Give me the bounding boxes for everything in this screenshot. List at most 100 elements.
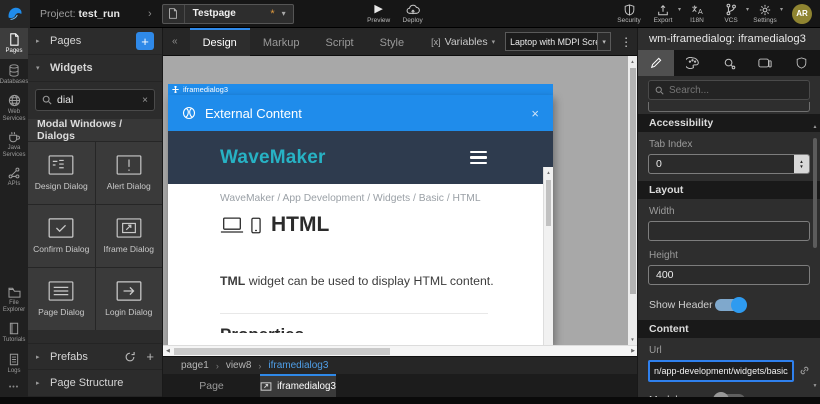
widget-group-title: Modal Windows / Dialogs [28, 119, 162, 141]
device-selector[interactable]: Laptop with MDPI Screen ▾ [505, 32, 611, 51]
iframe-vertical-scrollbar[interactable]: ▲ [543, 167, 553, 345]
add-prefab-icon[interactable]: + [146, 349, 154, 364]
canvas-vertical-scrollbar[interactable]: ▲ ▼ [628, 56, 637, 345]
wavemaker-logo-icon[interactable] [0, 0, 30, 28]
dialog-close-icon[interactable]: × [531, 106, 539, 121]
widget-page-dialog[interactable]: Page Dialog [28, 268, 95, 330]
inspector-search-input[interactable] [669, 85, 803, 96]
widget-breadcrumb: page1 › view8 › iframedialog3 [163, 356, 637, 374]
device-selector-chevron-icon: ▾ [597, 33, 610, 50]
settings-chevron-icon: ▾ [780, 6, 783, 13]
iframe-dialog-widget[interactable]: External Content × WaveMaker WaveMaker /… [168, 95, 553, 345]
export-chevron-icon: ▾ [678, 6, 681, 13]
breadcrumb-iframedialog3[interactable]: iframedialog3 [268, 360, 328, 371]
widget-login-dialog[interactable]: Login Dialog [96, 268, 163, 330]
tab-index-input[interactable] [648, 154, 810, 174]
tab-script[interactable]: Script [313, 28, 367, 56]
collapse-left-panel-icon[interactable]: « [168, 36, 182, 47]
inspector-tabs [638, 50, 820, 76]
tab-markup[interactable]: Markup [250, 28, 313, 56]
canvas-horizontal-scrollbar[interactable]: ◀ ▶ [163, 345, 637, 356]
docs-divider [220, 313, 488, 314]
rail-item-pages[interactable]: Pages [0, 28, 28, 59]
accessibility-section-header: Accessibility [638, 114, 820, 132]
widget-iframe-dialog[interactable]: Iframe Dialog [96, 205, 163, 267]
deploy-button[interactable]: Deploy [396, 0, 430, 28]
rail-item-databases[interactable]: Databases [0, 59, 28, 90]
rail-item-logs[interactable]: Logs [0, 348, 28, 379]
breadcrumb-page1[interactable]: page1 [181, 360, 209, 371]
palette-icon [686, 57, 699, 69]
cloud-upload-icon [406, 4, 420, 16]
vcs-button[interactable]: VCS ▾ [714, 0, 748, 28]
url-input[interactable] [648, 360, 794, 382]
preview-button[interactable]: ▶ Preview [362, 0, 396, 28]
design-canvas[interactable]: iframedialog3 External Content × WaveMak… [163, 56, 637, 356]
tab-style[interactable]: Style [367, 28, 417, 56]
shield-icon [624, 4, 635, 16]
i18n-button[interactable]: A I18N [680, 0, 714, 28]
selected-widget-tag[interactable]: iframedialog3 [168, 84, 553, 95]
properties-tab[interactable] [638, 50, 674, 76]
device-tab[interactable] [747, 50, 783, 76]
settings-button[interactable]: Settings ▾ [748, 0, 782, 28]
docs-page-title: HTML [271, 213, 329, 237]
prefabs-section-header[interactable]: ▸ Prefabs + [28, 343, 162, 370]
tab-design[interactable]: Design [190, 28, 250, 56]
inspect-tab[interactable] [711, 50, 747, 76]
add-page-button[interactable]: + [136, 32, 154, 50]
move-icon [172, 86, 179, 93]
hamburger-menu-icon[interactable] [470, 151, 487, 164]
rail-item-file-explorer[interactable]: File Explorer [0, 282, 28, 317]
canvas-toolbar: « Design Markup Script Style [x] Variabl… [163, 28, 637, 56]
left-rail: Pages Databases Web Services Java Servic… [0, 28, 28, 397]
inspector-scrollbar[interactable]: ▲ ▼ [811, 106, 819, 387]
more-options-icon[interactable]: ⋮ [620, 35, 632, 49]
rail-more-icon[interactable]: ••• [0, 378, 28, 397]
tab-index-label: Tab Index [649, 139, 809, 150]
page-structure-collapse-icon: ▸ [36, 379, 44, 387]
topbar-right-tools: Security Export ▾ A I18N VCS ▾ [612, 0, 820, 28]
page-structure-section-header[interactable]: ▸ Page Structure [28, 370, 162, 397]
laptop-icon [220, 217, 244, 234]
svg-text:A: A [697, 7, 702, 16]
widget-alert-dialog[interactable]: Alert Dialog [96, 142, 163, 204]
top-bar: Project: test_run › Testpage * ▾ ▶ Previ… [0, 0, 820, 28]
tab-page[interactable]: Page [180, 374, 243, 397]
widget-confirm-dialog[interactable]: Confirm Dialog [28, 205, 95, 267]
variables-button[interactable]: [x] Variables ▾ [431, 36, 495, 48]
rail-item-web-services[interactable]: Web Services [0, 89, 28, 126]
clear-search-icon[interactable]: × [142, 95, 148, 106]
i18n-icon: A [691, 4, 704, 16]
height-input[interactable] [648, 265, 810, 285]
security-button[interactable]: Security [612, 0, 646, 28]
widget-search-input[interactable] [57, 94, 137, 106]
pages-section-header[interactable]: ▸ Pages + [28, 28, 162, 55]
show-header-toggle[interactable] [715, 299, 745, 311]
widgets-section-header[interactable]: ▾ Widgets [28, 55, 162, 82]
security-tab[interactable] [784, 50, 820, 76]
styles-tab[interactable] [674, 50, 710, 76]
page-selector-chevron-icon: ▾ [275, 9, 293, 18]
link-icon[interactable] [799, 365, 810, 376]
docs-breadcrumb: WaveMaker / App Development / Widgets / … [220, 193, 553, 204]
refresh-prefabs-icon[interactable] [124, 351, 136, 363]
width-input[interactable] [648, 221, 810, 241]
widget-design-dialog[interactable]: Design Dialog [28, 142, 95, 204]
height-field [648, 265, 810, 285]
center-area: « Design Markup Script Style [x] Variabl… [163, 28, 637, 397]
page-selector[interactable]: Testpage * ▾ [162, 4, 294, 24]
user-avatar[interactable]: AR [792, 4, 812, 24]
rail-item-tutorials[interactable]: Tutorials [0, 317, 28, 348]
breadcrumb-view8[interactable]: view8 [226, 360, 252, 371]
widget-grid: Design Dialog Alert Dialog Confirm Dialo… [28, 141, 162, 330]
inspector-title: wm-iframedialog: iframedialog3 [638, 28, 820, 50]
tab-iframedialog3[interactable]: iframedialog3 [260, 374, 336, 397]
rail-item-java-services[interactable]: Java Services [0, 126, 28, 162]
export-button[interactable]: Export ▾ [646, 0, 680, 28]
project-name: Project: test_run [40, 8, 120, 20]
tab-index-field: ▲ ▼ [648, 154, 810, 174]
variables-icon: [x] [431, 37, 441, 47]
rail-item-apis[interactable]: APIs [0, 162, 28, 192]
tab-index-stepper[interactable]: ▲ ▼ [794, 155, 809, 173]
